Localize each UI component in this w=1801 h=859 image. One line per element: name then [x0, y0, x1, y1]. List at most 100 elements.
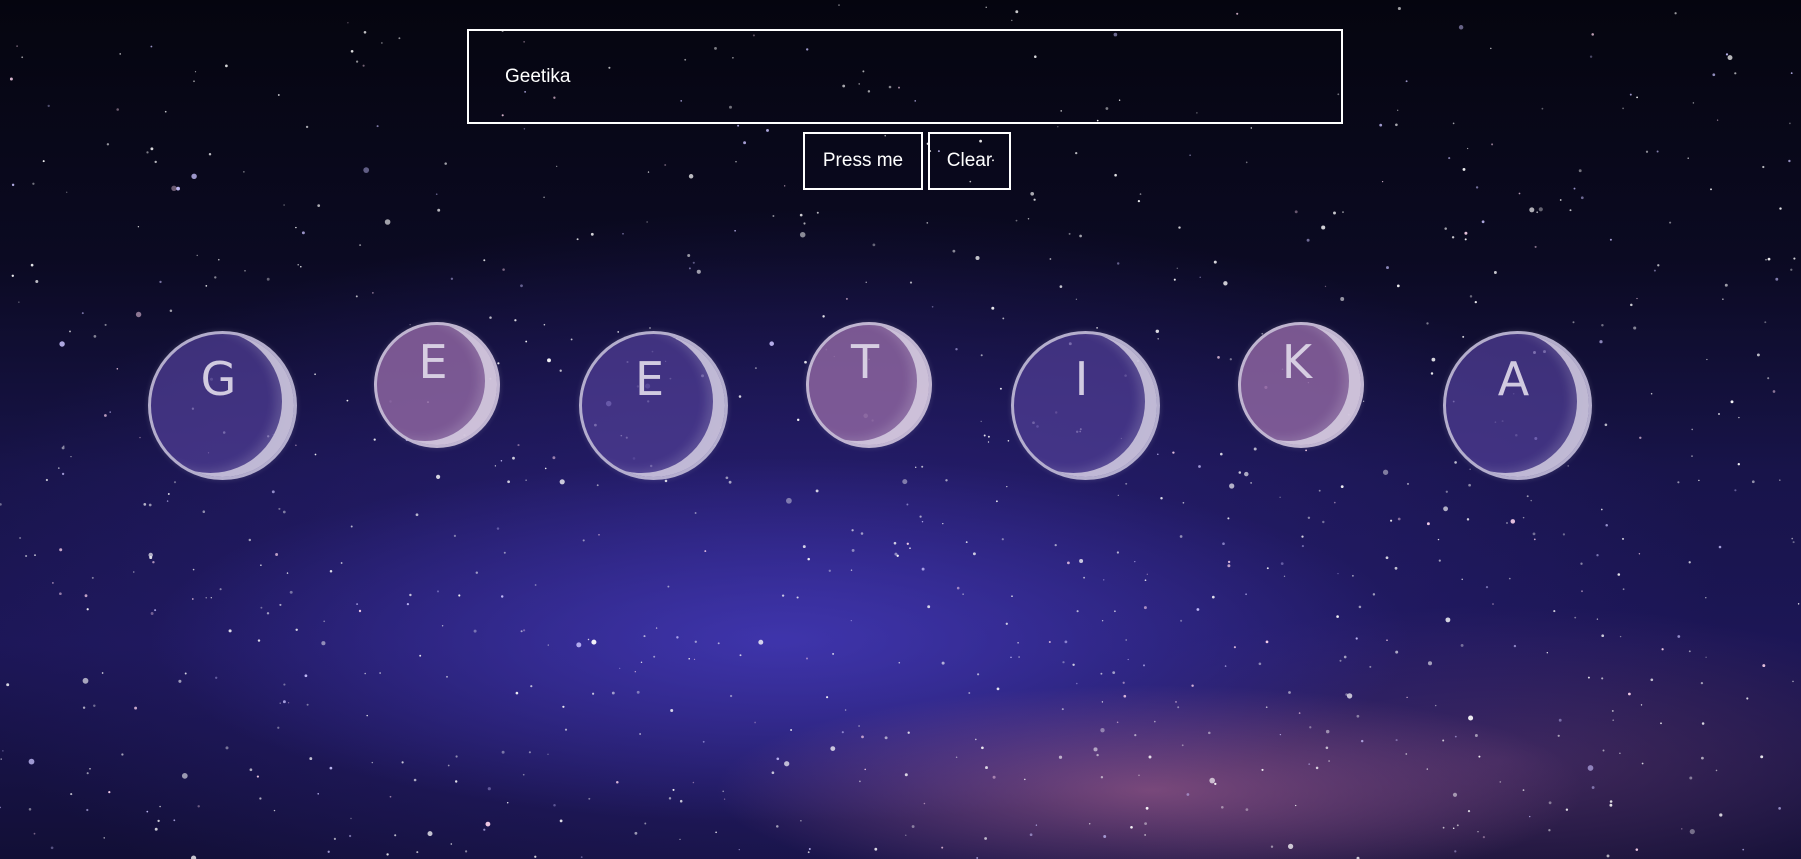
star: [670, 709, 674, 712]
star: [101, 672, 104, 674]
star: [945, 479, 948, 482]
star: [169, 309, 173, 313]
star: [1756, 353, 1760, 357]
star: [921, 465, 924, 468]
star: [859, 780, 861, 783]
star: [984, 837, 987, 840]
star: [804, 360, 807, 364]
star: [1538, 207, 1543, 212]
letter-bubble-6: K: [1238, 322, 1364, 448]
star: [570, 338, 573, 341]
star: [1236, 12, 1239, 15]
star: [1426, 322, 1429, 325]
star: [1196, 608, 1200, 611]
star: [277, 726, 280, 729]
star: [772, 215, 775, 217]
star: [1369, 665, 1372, 668]
star: [590, 232, 594, 236]
star: [1657, 264, 1660, 267]
star: [193, 80, 195, 83]
star: [1466, 518, 1470, 521]
star: [1220, 452, 1223, 456]
star: [1179, 535, 1183, 538]
star: [376, 125, 379, 128]
star: [528, 751, 531, 754]
star: [1096, 327, 1098, 329]
star: [1460, 643, 1464, 647]
star: [371, 761, 374, 764]
star: [1382, 469, 1389, 475]
star: [219, 588, 222, 591]
star: [653, 655, 656, 658]
star: [350, 817, 352, 820]
star: [1027, 218, 1030, 220]
star: [693, 658, 696, 661]
star: [1609, 803, 1613, 807]
clear-button[interactable]: Clear: [928, 132, 1011, 190]
star: [1691, 455, 1693, 458]
letter-bubble-3: E: [579, 331, 728, 480]
star: [1318, 489, 1321, 492]
star: [559, 369, 562, 372]
star: [921, 520, 924, 523]
name-input[interactable]: [467, 29, 1343, 124]
star: [436, 474, 441, 479]
star: [18, 301, 20, 303]
star: [1024, 778, 1026, 781]
star: [981, 746, 984, 750]
star: [295, 226, 297, 229]
star: [178, 679, 182, 683]
star: [980, 354, 983, 357]
star: [1452, 827, 1455, 830]
star: [1661, 648, 1664, 651]
star: [591, 639, 597, 645]
star: [1175, 701, 1177, 703]
star: [202, 510, 206, 513]
star: [1306, 238, 1310, 242]
star: [1464, 231, 1468, 235]
star: [616, 780, 619, 784]
star: [485, 821, 491, 827]
star: [1760, 755, 1764, 759]
star: [559, 479, 565, 485]
star: [366, 714, 368, 717]
star: [494, 465, 497, 467]
star: [1101, 701, 1104, 703]
star: [1125, 639, 1128, 641]
star: [381, 42, 383, 44]
star: [91, 576, 94, 579]
star: [28, 808, 32, 811]
star: [1767, 377, 1770, 380]
star: [2, 750, 4, 752]
star: [1629, 93, 1632, 96]
star: [152, 560, 155, 564]
star: [1213, 260, 1217, 264]
star: [926, 222, 929, 224]
star: [796, 596, 799, 599]
star: [1445, 617, 1451, 623]
star: [874, 847, 878, 851]
star: [992, 775, 996, 779]
star: [530, 685, 533, 688]
star: [832, 652, 835, 655]
star: [1546, 652, 1548, 654]
press-me-button[interactable]: Press me: [803, 132, 923, 190]
star: [21, 56, 24, 59]
star: [1490, 47, 1492, 50]
star: [286, 572, 289, 574]
star: [655, 627, 658, 629]
star: [86, 808, 89, 812]
bubble-letter: E: [634, 352, 665, 406]
star: [301, 231, 305, 235]
star: [807, 851, 810, 854]
star: [1279, 496, 1281, 498]
star: [799, 213, 803, 217]
star: [364, 672, 367, 675]
star: [851, 529, 854, 532]
star: [1764, 321, 1767, 324]
star: [295, 628, 298, 632]
star: [197, 805, 200, 808]
star: [1617, 573, 1621, 576]
star: [86, 772, 89, 775]
star: [69, 330, 71, 333]
